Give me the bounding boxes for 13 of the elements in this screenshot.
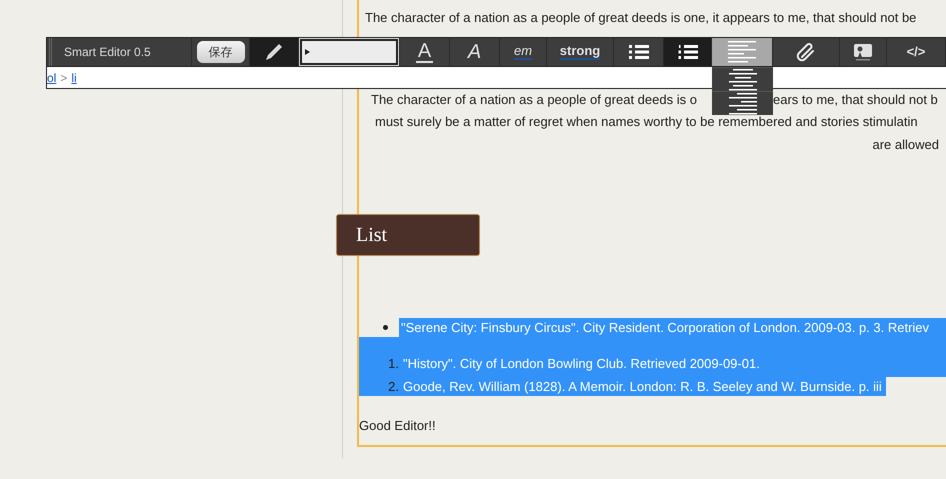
save-button[interactable]: 保存 bbox=[196, 41, 244, 63]
editor-title: Smart Editor 0.5 bbox=[64, 44, 151, 61]
breadcrumb-separator: > bbox=[59, 70, 68, 86]
footer-text: Good Editor!! bbox=[359, 417, 437, 435]
paragraph-text: ears to me, that should not b bbox=[773, 90, 938, 109]
paragraph-text: must surely be a matter of regret when names worthy to be remembered and stories stimulatin bbox=[375, 113, 918, 132]
paragraph-text: The character of a nation as a people of great deeds is one, it appears to me, that should not be bbox=[365, 9, 916, 28]
paragraph-text: The character of a nation as a people of great deeds is o bbox=[371, 90, 698, 109]
breadcrumb-link[interactable]: li bbox=[71, 68, 77, 86]
paragraph-text: are allowed bbox=[872, 136, 939, 154]
list-label: List bbox=[336, 214, 480, 256]
breadcrumb-link[interactable]: ol bbox=[47, 68, 56, 86]
list-number: 2. bbox=[359, 376, 401, 396]
